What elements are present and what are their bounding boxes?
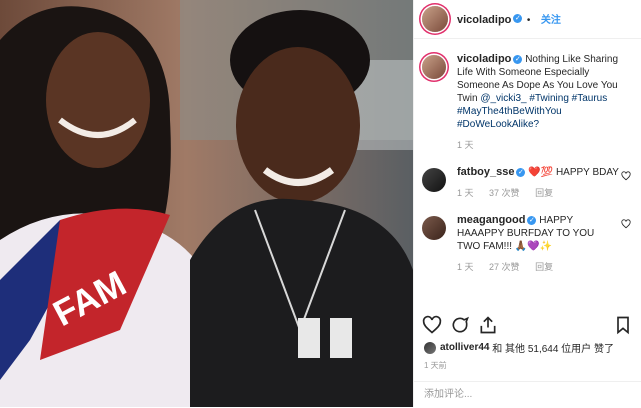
comment-time: 1 天 bbox=[457, 262, 474, 272]
like-comment-heart-icon[interactable] bbox=[621, 219, 631, 229]
follow-button[interactable]: 关注 bbox=[541, 15, 561, 26]
comments-list: vicoladipo ✓ Nothing Like Sharing Life Wi… bbox=[414, 45, 641, 317]
caption-username[interactable]: vicoladipo bbox=[457, 53, 511, 65]
instagram-post: FAM vicoladipo ✓ • 关注 vicoladipo ✓ Nothi… bbox=[0, 0, 641, 407]
author-block: vicoladipo ✓ • 关注 bbox=[457, 10, 561, 28]
caption-avatar[interactable] bbox=[422, 55, 446, 79]
verified-icon: ✓ bbox=[513, 54, 523, 64]
comment-username[interactable]: meagangood bbox=[457, 214, 525, 226]
verified-icon: ✓ bbox=[513, 14, 523, 24]
post-timestamp[interactable]: 1 天前 bbox=[424, 360, 447, 371]
action-bar bbox=[414, 312, 641, 338]
post-photo[interactable]: FAM bbox=[0, 0, 413, 407]
comment-bubble-icon[interactable] bbox=[450, 315, 470, 335]
caption: vicoladipo ✓ Nothing Like Sharing Life Wi… bbox=[414, 53, 641, 152]
separator-dot: • bbox=[526, 15, 531, 26]
comment-meta: 1 天 27 次赞 回复 bbox=[457, 261, 619, 274]
bookmark-icon[interactable] bbox=[613, 315, 633, 335]
verified-icon: ✓ bbox=[516, 167, 526, 177]
comment-text: ❤️💯 HAPPY BDAY bbox=[528, 167, 619, 178]
post-header: vicoladipo ✓ • 关注 bbox=[414, 0, 641, 39]
likes-summary: atolliver44 和 其他 51,644 位用户 赞了 bbox=[424, 340, 614, 355]
reply-button[interactable]: 回复 bbox=[535, 188, 553, 198]
comment-time: 1 天 bbox=[457, 188, 474, 198]
photo-illustration: FAM bbox=[0, 0, 413, 407]
comment-avatar[interactable] bbox=[422, 168, 446, 192]
caption-meta: 1 天 bbox=[457, 139, 619, 152]
liker-avatar[interactable] bbox=[424, 341, 436, 354]
share-icon[interactable] bbox=[478, 315, 498, 335]
author-avatar[interactable] bbox=[422, 6, 448, 32]
comment-meta: 1 天 37 次赞 回复 bbox=[457, 187, 619, 200]
comment-avatar[interactable] bbox=[422, 216, 446, 240]
comment-item: meagangood ✓ HAPPY HAAAPPY BURFDAY TO YOU… bbox=[414, 214, 641, 274]
comment-like-count[interactable]: 27 次赞 bbox=[489, 262, 520, 272]
author-username[interactable]: vicoladipo bbox=[457, 14, 511, 26]
reply-button[interactable]: 回复 bbox=[535, 262, 553, 272]
comment-username[interactable]: fatboy_sse bbox=[457, 166, 514, 178]
likes-rest-text[interactable]: 和 其他 51,644 位用户 赞了 bbox=[492, 340, 614, 355]
like-comment-heart-icon[interactable] bbox=[621, 171, 631, 181]
verified-icon: ✓ bbox=[527, 215, 537, 225]
caption-time: 1 天 bbox=[457, 140, 474, 150]
post-sidebar: vicoladipo ✓ • 关注 vicoladipo ✓ Nothing Lik… bbox=[413, 0, 641, 407]
like-heart-icon[interactable] bbox=[422, 315, 442, 335]
liker-username[interactable]: atolliver44 bbox=[440, 342, 489, 353]
caption-mention[interactable]: @_vicki3_ bbox=[480, 93, 526, 104]
comment-item: fatboy_sse ✓ ❤️💯 HAPPY BDAY 1 天 37 次赞 回复 bbox=[414, 166, 641, 200]
add-comment-input[interactable]: 添加评论... bbox=[414, 381, 641, 407]
comment-like-count[interactable]: 37 次赞 bbox=[489, 188, 520, 198]
